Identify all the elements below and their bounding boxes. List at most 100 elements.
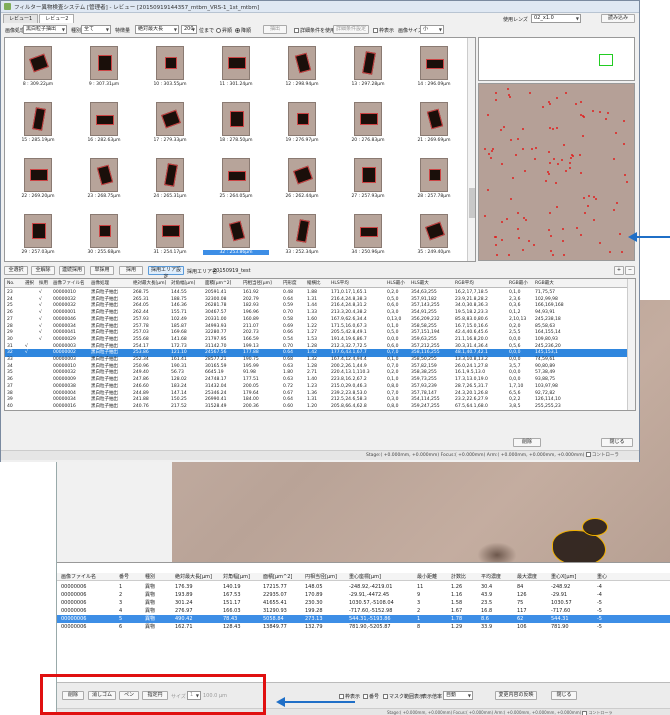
extract-button[interactable]: 抽出: [263, 25, 287, 34]
deselect-all-button[interactable]: 全解除: [31, 266, 55, 275]
grid-scrollbar-thumb[interactable]: [469, 188, 475, 218]
image-processing-select[interactable]: 黒白粒子抽出: [23, 25, 67, 34]
thumbnail-cell[interactable]: 8 : 309.22μm: [5, 42, 71, 95]
thumbnail-cell[interactable]: 35 : 249.40μm: [401, 210, 467, 261]
table-scrollbar[interactable]: [627, 279, 635, 410]
number-checkbox[interactable]: 番号: [363, 693, 379, 700]
thumbnail-cell[interactable]: 13 : 297.28μm: [335, 42, 401, 95]
particle-thumbnail[interactable]: [90, 102, 118, 136]
particle-thumbnail[interactable]: [288, 102, 316, 136]
remove-column-button[interactable]: −: [625, 266, 635, 275]
table-header[interactable]: No. 選択 採用 画像ファイル名 画像処理 絶対最大長[μm] 対角幅[μm] 面積[μm^…: [5, 279, 627, 288]
particle-thumbnail[interactable]: [90, 46, 118, 80]
particle-thumbnail[interactable]: [288, 46, 316, 80]
particle-thumbnail[interactable]: [288, 214, 316, 248]
feature-table[interactable]: No. 選択 採用 画像ファイル名 画像処理 絶対最大長[μm] 対角幅[μm] 面積[μm^…: [4, 278, 636, 411]
thumbnail-cell[interactable]: 33 : 252.34μm: [269, 210, 335, 261]
particle-thumbnail[interactable]: [420, 46, 448, 80]
measurement-row[interactable]: 00000006 1 異物 176.39 140.19 17215.77 148.05 -24…: [57, 583, 670, 591]
thumbnail-cell[interactable]: 28 : 257.78μm: [401, 154, 467, 207]
particle-thumbnail[interactable]: [420, 158, 448, 192]
particle-thumbnail[interactable]: [24, 46, 52, 80]
descending-radio[interactable]: 降順: [235, 27, 251, 34]
thumbnail-cell[interactable]: 27 : 257.93μm: [335, 154, 401, 207]
overview-map[interactable]: [478, 37, 635, 81]
particle-thumbnail[interactable]: [24, 158, 52, 192]
thumbnail-cell[interactable]: 26 : 262.44μm: [269, 154, 335, 207]
mask-checkbox[interactable]: マスク範囲表示: [383, 693, 424, 700]
thumbnail-cell[interactable]: 30 : 255.68μm: [71, 210, 137, 261]
thumbnail-cell[interactable]: 29 : 257.03μm: [5, 210, 71, 261]
image-size-select[interactable]: 小: [420, 25, 444, 34]
particle-thumbnail[interactable]: [90, 158, 118, 192]
thumbnail-cell[interactable]: 31 : 254.17μm: [137, 210, 203, 261]
thumbnail-cell[interactable]: 22 : 269.20μm: [5, 154, 71, 207]
detail-setting-button[interactable]: 詳細条件設定: [333, 25, 369, 34]
single-adopt-button[interactable]: 単採用: [90, 266, 114, 275]
particle-thumbnail[interactable]: [222, 214, 250, 248]
frame-checkbox[interactable]: 枠表示: [339, 693, 360, 700]
thumbnail-cell[interactable]: 15 : 285.19μm: [5, 98, 71, 151]
particle-thumbnail[interactable]: [156, 158, 184, 192]
tab-review-1[interactable]: レビュー1: [3, 14, 39, 23]
title-bar[interactable]: フィルター異物検査システム [管理者] - レビュー [201509191443…: [1, 1, 639, 13]
particle-thumbnail[interactable]: [24, 102, 52, 136]
back-close-button[interactable]: 閉じる: [551, 691, 577, 700]
thumbnail-cell[interactable]: 20 : 276.83μm: [335, 98, 401, 151]
thumbnail-cell[interactable]: 12 : 298.94μm: [269, 42, 335, 95]
rank-count-input[interactable]: 200: [181, 25, 197, 34]
particle-thumbnail[interactable]: [420, 102, 448, 136]
thumbnail-cell[interactable]: 9 : 307.31μm: [71, 42, 137, 95]
particle-thumbnail[interactable]: [222, 46, 250, 80]
particle-thumbnail[interactable]: [222, 158, 250, 192]
adopt-button[interactable]: 採用: [119, 266, 143, 275]
feature-select[interactable]: 絶対最大長: [135, 25, 179, 34]
particle-thumbnail[interactable]: [156, 46, 184, 80]
display-scale-select[interactable]: 自動: [443, 691, 473, 700]
particle-thumbnail[interactable]: [354, 46, 382, 80]
measurement-row[interactable]: 00000006 4 異物 276.97 166.03 31290.93 199.28 -71…: [57, 607, 670, 615]
select-all-button[interactable]: 全選択: [4, 266, 28, 275]
batch-adopt-button[interactable]: 連続採用: [59, 266, 85, 275]
measurement-row[interactable]: 00000006 3 異物 301.24 151.17 41655.41 230.30 103…: [57, 599, 670, 607]
filter-overview-image[interactable]: [478, 83, 635, 261]
detail-condition-checkbox[interactable]: 詳細条件を使用: [294, 27, 335, 34]
measurement-row[interactable]: 00000006 5 異物 490.42 78.43 5058.84 273.13 544.3…: [57, 615, 670, 623]
frame-display-checkbox[interactable]: 枠表示: [373, 27, 394, 34]
front-delete-button[interactable]: 削除: [513, 438, 541, 447]
thumbnail-cell[interactable]: 25 : 264.05μm: [203, 154, 269, 207]
thumbnail-cell[interactable]: 18 : 278.50μm: [203, 98, 269, 151]
overview-viewport-rect[interactable]: [599, 54, 613, 66]
tab-review-2[interactable]: レビュー2: [39, 14, 75, 23]
particle-thumbnail[interactable]: [354, 158, 382, 192]
front-close-button[interactable]: 閉じる: [601, 438, 633, 447]
particle-thumbnail[interactable]: [420, 214, 448, 248]
ascending-radio[interactable]: 昇順: [216, 27, 232, 34]
particle-thumbnail[interactable]: [90, 214, 118, 248]
particle-thumbnail[interactable]: [354, 102, 382, 136]
lens-select[interactable]: 02_x1.0: [531, 14, 581, 23]
thumbnail-cell[interactable]: 17 : 279.33μm: [137, 98, 203, 151]
read-button[interactable]: 読み込み: [601, 14, 635, 23]
particle-thumbnail[interactable]: [288, 158, 316, 192]
thumbnail-cell[interactable]: 10 : 303.55μm: [137, 42, 203, 95]
thumbnail-cell[interactable]: 24 : 265.31μm: [137, 154, 203, 207]
particle-thumbnail-grid[interactable]: 8 : 309.22μm 9 : 307.31μm 10 : 303.55μm 11 …: [4, 37, 476, 262]
particle-thumbnail[interactable]: [24, 214, 52, 248]
particle-thumbnail[interactable]: [156, 102, 184, 136]
adopt-area-setting-button[interactable]: 採用エリア設定: [148, 266, 184, 280]
table-row[interactable]: 40 00000016 黒白粒子抽出 240.76 217.52 31528.49 200.…: [5, 403, 627, 410]
grid-scrollbar[interactable]: [467, 38, 475, 261]
thumbnail-cell[interactable]: 14 : 296.09μm: [401, 42, 467, 95]
thumbnail-cell[interactable]: 11 : 301.24μm: [203, 42, 269, 95]
thumbnail-cell[interactable]: 23 : 268.75μm: [71, 154, 137, 207]
thumbnail-cell[interactable]: 32 : 253.86μm: [203, 210, 269, 261]
apply-changes-button[interactable]: 変更内容の反映: [495, 691, 537, 700]
particle-thumbnail[interactable]: [222, 102, 250, 136]
selected-particle-outline-2[interactable]: [582, 518, 608, 536]
particle-thumbnail[interactable]: [156, 214, 184, 248]
particle-thumbnail[interactable]: [354, 214, 382, 248]
measurement-header[interactable]: 画像ファイル名 番号 種別 絶対最大長[μm] 対角幅[μm] 面積[μm^2] 円相当径[…: [57, 573, 670, 581]
add-column-button[interactable]: +: [614, 266, 624, 275]
thumbnail-cell[interactable]: 16 : 282.63μm: [71, 98, 137, 151]
